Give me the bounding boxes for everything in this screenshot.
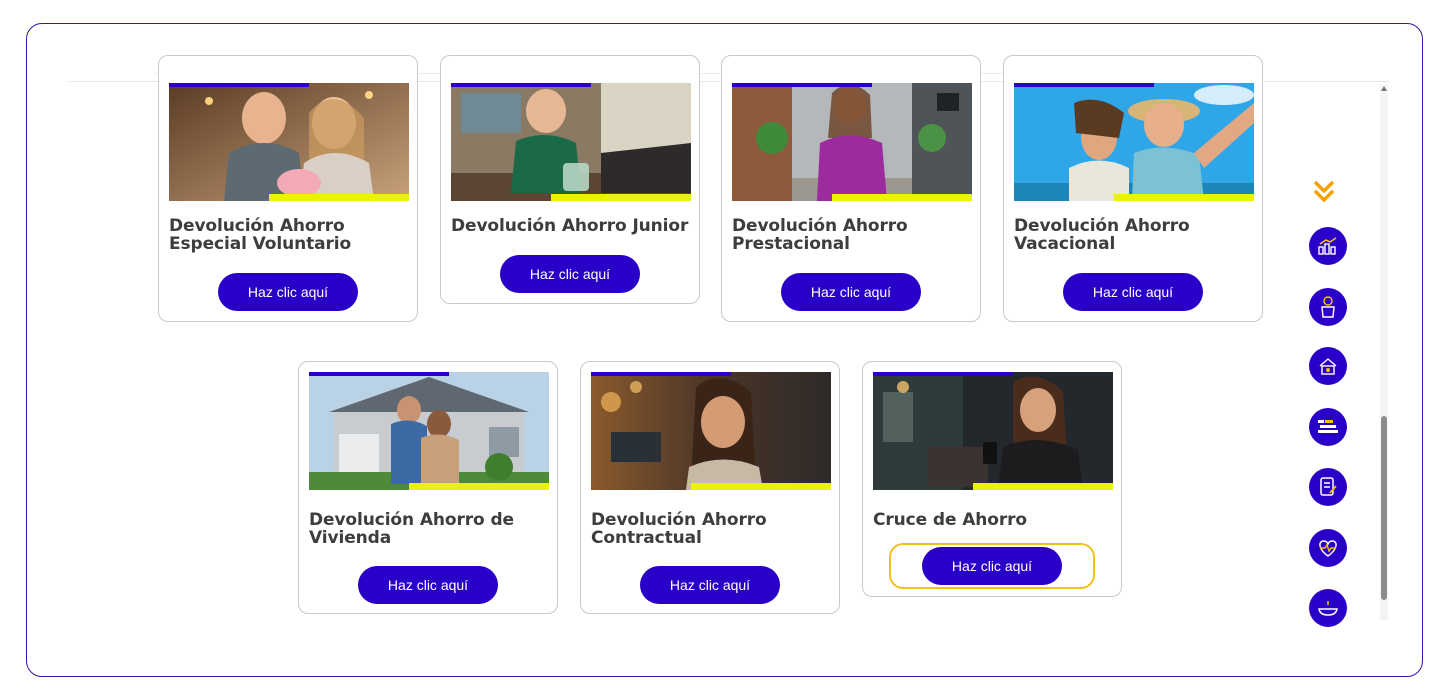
accent-bar xyxy=(732,83,872,87)
haz-clic-button[interactable]: Haz clic aquí xyxy=(358,566,498,604)
plate-service-icon[interactable] xyxy=(1309,589,1347,627)
double-chevron-down-icon[interactable] xyxy=(1313,180,1335,204)
growth-chart-icon[interactable] xyxy=(1309,227,1347,265)
house-money-icon[interactable] xyxy=(1309,347,1347,385)
accent-bar xyxy=(451,83,591,87)
accent-bar xyxy=(832,194,972,201)
card-title: Devolución Ahorro Especial Voluntario xyxy=(169,216,352,254)
card-ahorro-vivienda: Devolución Ahorro de Vivienda Haz clic aq… xyxy=(298,361,558,614)
health-heart-icon[interactable] xyxy=(1309,529,1347,567)
child-coins-jar-photo xyxy=(451,83,691,201)
haz-clic-button[interactable]: Haz clic aquí xyxy=(218,273,358,311)
card-ahorro-vacacional: Devolución Ahorro Vacacional Haz clic aqu… xyxy=(1003,55,1263,322)
card-ahorro-prestacional: Devolución Ahorro Prestacional Haz clic a… xyxy=(721,55,981,322)
card-cruce-de-ahorro: Cruce de Ahorro Haz clic aquí xyxy=(862,361,1122,597)
woman-street-photo xyxy=(732,83,972,201)
savings-jar-icon[interactable] xyxy=(1309,288,1347,326)
woman-smiling-street-photo xyxy=(591,372,831,490)
card-ahorro-especial-voluntario: Devolución Ahorro Especial Voluntario Haz… xyxy=(158,55,418,322)
haz-clic-button[interactable]: Haz clic aquí xyxy=(922,547,1062,585)
bienestar-icon[interactable] xyxy=(1309,408,1347,446)
accent-bar xyxy=(873,372,1013,376)
woman-phone-office-photo xyxy=(873,372,1113,490)
haz-clic-button[interactable]: Haz clic aquí xyxy=(640,566,780,604)
accent-bar xyxy=(409,483,549,490)
card-title: Devolución Ahorro Prestacional xyxy=(732,216,908,254)
card-title: Cruce de Ahorro xyxy=(873,510,1027,530)
accent-bar xyxy=(169,83,309,87)
accent-bar xyxy=(1114,194,1254,201)
scroll-up-arrow-icon[interactable] xyxy=(1381,86,1387,91)
scrollbar-thumb[interactable] xyxy=(1381,416,1387,600)
accent-bar xyxy=(309,372,449,376)
haz-clic-button[interactable]: Haz clic aquí xyxy=(1063,273,1203,311)
couple-piggy-bank-photo xyxy=(169,83,409,201)
card-ahorro-contractual: Devolución Ahorro Contractual Haz clic aq… xyxy=(580,361,840,614)
accent-bar xyxy=(973,483,1113,490)
card-title: Devolución Ahorro de Vivienda xyxy=(309,510,514,548)
card-title: Devolución Ahorro Contractual xyxy=(591,510,767,548)
couple-beach-selfie-photo xyxy=(1014,83,1254,201)
haz-clic-button[interactable]: Haz clic aquí xyxy=(500,255,640,293)
card-title: Devolución Ahorro Junior xyxy=(451,216,689,236)
accent-bar xyxy=(551,194,691,201)
haz-clic-button[interactable]: Haz clic aquí xyxy=(781,273,921,311)
card-ahorro-junior: Devolución Ahorro Junior Haz clic aquí xyxy=(440,55,700,304)
couple-house-photo xyxy=(309,372,549,490)
accent-bar xyxy=(1014,83,1154,87)
accent-bar xyxy=(591,372,731,376)
accent-bar xyxy=(691,483,831,490)
document-edit-icon[interactable] xyxy=(1309,468,1347,506)
accent-bar xyxy=(269,194,409,201)
card-title: Devolución Ahorro Vacacional xyxy=(1014,216,1190,254)
